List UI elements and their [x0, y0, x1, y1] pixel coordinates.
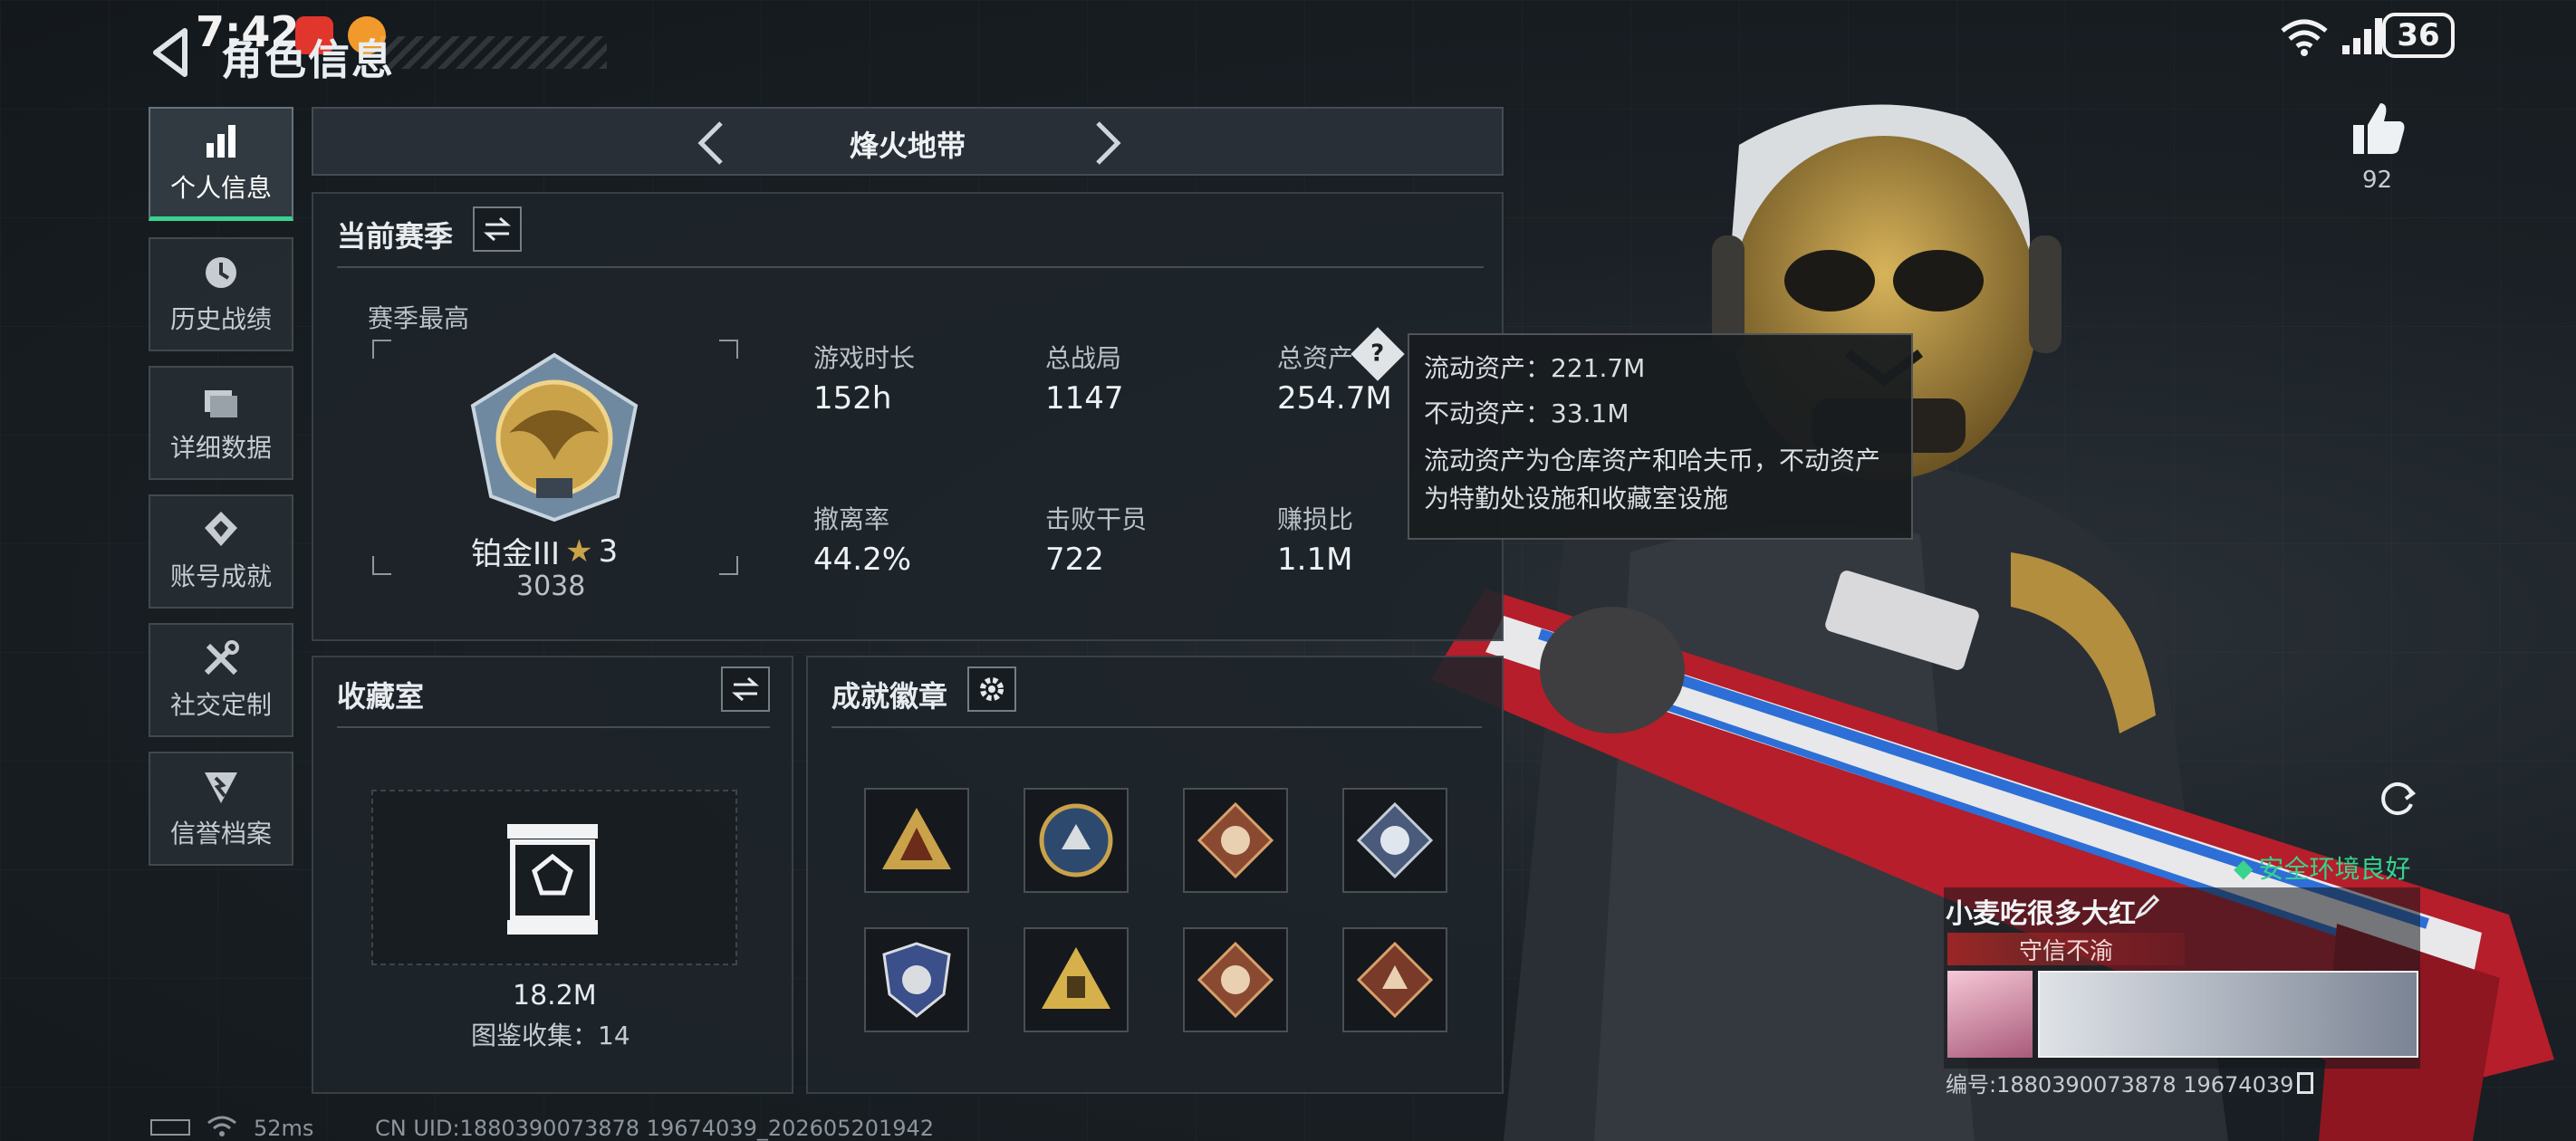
signal-icon — [2342, 18, 2382, 54]
wifi-icon — [2281, 19, 2328, 56]
stat-value: 722 — [1045, 542, 1104, 578]
gear-icon — [980, 677, 1004, 701]
stat-label: 总资产 — [1277, 343, 1354, 373]
achievements-title: 成就徽章 — [831, 679, 948, 714]
player-banner — [2038, 971, 2418, 1058]
battery-small-icon — [150, 1119, 190, 1136]
copy-icon[interactable] — [2297, 1071, 2314, 1094]
section-divider — [337, 266, 1484, 268]
section-divider — [337, 726, 770, 728]
player-avatar[interactable] — [1947, 971, 2033, 1058]
sidebar-item-label: 账号成就 — [169, 561, 272, 591]
achievement-badge[interactable] — [1024, 788, 1129, 893]
achievements-settings-button[interactable] — [967, 666, 1016, 712]
folder-icon — [205, 390, 237, 417]
display-case-icon — [507, 824, 598, 935]
sidebar-item-reputation[interactable]: 信誉档案 — [149, 752, 293, 866]
safety-status: ◆ 安全环境良好 — [2234, 852, 2411, 885]
wifi-small-icon — [207, 1116, 236, 1136]
achievement-badge[interactable] — [1183, 788, 1288, 893]
sidebar-item-label: 信誉档案 — [169, 819, 272, 849]
thumbs-up-icon[interactable] — [2350, 100, 2408, 158]
footer-uid: CN UID:1880390073878 19674039_2026052019… — [375, 1116, 935, 1141]
sidebar-item-history[interactable]: 历史战绩 — [149, 237, 293, 351]
achievement-icon — [205, 512, 237, 546]
bar-chart-icon — [207, 124, 235, 158]
stat-label: 击败干员 — [1045, 504, 1148, 534]
back-arrow-icon[interactable] — [149, 25, 194, 80]
stat-label: 游戏时长 — [813, 343, 916, 373]
asset-tooltip: 流动资产：221.7M 不动资产：33.1M 流动资产为仓库资产和哈夫币，不动资… — [1408, 333, 1913, 540]
sidebar-item-personal-info[interactable]: 个人信息 — [149, 107, 293, 221]
achievement-badge[interactable] — [1183, 927, 1288, 1032]
tools-icon — [204, 640, 239, 676]
battery-indicator: 36 — [2382, 13, 2455, 58]
asset-description-line2: 为特勤处设施和收藏室设施 — [1424, 484, 1729, 513]
liquid-assets: 流动资产：221.7M — [1424, 353, 1646, 383]
mode-switcher: 烽火地带 — [312, 107, 1504, 176]
stat-value: 152h — [813, 380, 892, 417]
wolf-diamond-badge-icon — [1356, 941, 1434, 1019]
achievement-badge[interactable] — [864, 927, 969, 1032]
history-icon — [206, 257, 236, 288]
asset-description-line1: 流动资产为仓库资产和哈夫币，不动资产 — [1424, 446, 1881, 475]
chevron-right-icon[interactable] — [1089, 120, 1125, 167]
rank-line: 铂金III ★ 3 — [471, 529, 652, 573]
swap-icon — [484, 216, 511, 242]
reputation-icon — [205, 772, 237, 803]
title-decoration — [380, 36, 607, 69]
rotate-icon[interactable] — [2375, 775, 2420, 820]
page-title: 角色信息 — [221, 35, 395, 84]
section-divider — [831, 726, 1482, 728]
collection-title: 收藏室 — [337, 679, 425, 714]
stat-value: 1.1M — [1277, 542, 1353, 578]
dragon-diamond-badge-icon — [1197, 941, 1274, 1019]
collection-switch-button[interactable] — [721, 666, 770, 712]
stat-label: 赚损比 — [1277, 504, 1354, 534]
gold-triangle-badge-icon — [1042, 947, 1110, 1009]
fixed-assets: 不动资产：33.1M — [1424, 398, 1629, 428]
stat-label: 撤离率 — [813, 504, 890, 534]
season-title: 当前赛季 — [337, 219, 454, 254]
wolf-coin-badge-icon — [1039, 803, 1113, 877]
stat-value: 254.7M — [1277, 380, 1392, 417]
achievement-badge[interactable] — [1342, 788, 1447, 893]
stat-value: 44.2% — [813, 542, 912, 578]
sidebar-item-label: 历史战绩 — [169, 304, 272, 334]
stat-value: 1147 — [1045, 380, 1124, 417]
sidebar-item-detail-data[interactable]: 详细数据 — [149, 366, 293, 480]
player-id: 编号:1880390073878 19674039 — [1946, 1067, 2314, 1098]
collection-count: 图鉴收集：14 — [471, 1021, 630, 1050]
like-count: 92 — [2362, 167, 2393, 194]
rank-name: 铂金III — [471, 536, 561, 572]
edit-icon[interactable] — [2134, 893, 2161, 920]
rank-stars: 3 — [598, 532, 619, 570]
sidebar-item-social-custom[interactable]: 社交定制 — [149, 623, 293, 737]
dragon-diamond-badge-icon — [1197, 801, 1274, 879]
triangle-badge-icon — [882, 808, 951, 869]
sidebar-item-achievements[interactable]: 账号成就 — [149, 494, 293, 609]
sidebar-item-label: 社交定制 — [169, 690, 272, 720]
question-icon: ? — [1370, 340, 1385, 368]
swap-icon — [732, 676, 759, 702]
ping-readout: 52ms — [254, 1116, 314, 1141]
season-peak-label: 赛季最高 — [368, 303, 470, 333]
sidebar-item-label: 个人信息 — [169, 172, 272, 203]
mode-title: 烽火地带 — [849, 129, 966, 163]
achievement-badge[interactable] — [1024, 927, 1129, 1032]
collection-value: 18.2M — [513, 980, 597, 1012]
shield-badge-icon — [882, 942, 951, 1018]
player-name: 小麦吃很多大红 — [1946, 898, 2136, 930]
stat-label: 总战局 — [1045, 343, 1122, 373]
shield-check-icon: ◆ — [2234, 852, 2254, 883]
star-icon: ★ — [565, 532, 593, 570]
achievement-badge[interactable] — [1342, 927, 1447, 1032]
title-tag: 守信不渝 — [1947, 933, 2185, 965]
platinum-rank-emblem-icon — [470, 352, 639, 523]
rank-score: 3038 — [516, 570, 586, 602]
silver-diamond-badge-icon — [1356, 801, 1434, 879]
sidebar-item-label: 详细数据 — [169, 433, 272, 463]
season-switch-button[interactable] — [473, 206, 522, 252]
achievement-badge[interactable] — [864, 788, 969, 893]
